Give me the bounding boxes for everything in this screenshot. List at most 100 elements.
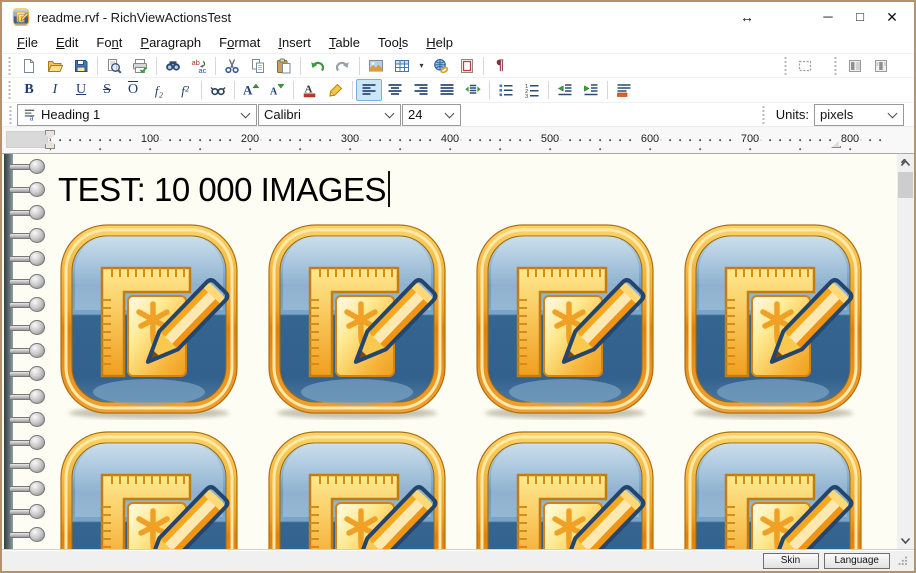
document-page[interactable]: TEST: 10 000 IMAGES <box>2 154 897 549</box>
underline-button[interactable]: U <box>68 79 94 101</box>
numbered-list-button[interactable]: 123 <box>519 79 545 101</box>
document-image[interactable] <box>58 224 240 420</box>
cut-button[interactable] <box>219 55 245 77</box>
paragraph-shading-button[interactable] <box>611 79 637 101</box>
chevron-up-icon <box>900 159 911 167</box>
find-button[interactable] <box>160 55 186 77</box>
copy-button[interactable] <box>245 55 271 77</box>
document-image[interactable] <box>474 224 656 420</box>
resize-arrows-icon[interactable]: ↔ <box>740 9 754 25</box>
save-button[interactable] <box>68 55 94 77</box>
document-image[interactable] <box>266 431 448 549</box>
chevron-down-icon <box>385 110 394 119</box>
superscript-button[interactable]: f² <box>172 79 198 101</box>
language-button[interactable]: Language <box>824 553 891 569</box>
page-layout-single-button[interactable] <box>842 55 868 77</box>
page-layout-double-button[interactable] <box>868 55 894 77</box>
maximize-button[interactable]: □ <box>844 2 876 32</box>
insert-picture-button[interactable] <box>363 55 389 77</box>
subscript-button[interactable]: f₂ <box>146 79 172 101</box>
align-right-button[interactable] <box>408 79 434 101</box>
document-image[interactable] <box>682 431 864 549</box>
font-color-button[interactable]: A <box>297 79 323 101</box>
menu-tools[interactable]: Tools <box>369 32 417 54</box>
menu-font[interactable]: Font <box>87 32 131 54</box>
menu-edit[interactable]: Edit <box>47 32 87 54</box>
document-image[interactable] <box>682 224 864 420</box>
menu-help[interactable]: Help <box>417 32 462 54</box>
strikethrough-button[interactable]: S <box>94 79 120 101</box>
italic-button[interactable]: I <box>42 79 68 101</box>
document-image[interactable] <box>58 431 240 549</box>
replace-button[interactable]: abac <box>186 55 212 77</box>
grow-font-button[interactable]: A <box>238 79 264 101</box>
print-preview-button[interactable] <box>101 55 127 77</box>
menu-insert[interactable]: Insert <box>269 32 320 54</box>
insert-hyperlink-button[interactable] <box>428 55 454 77</box>
font-size-value: 24 <box>408 107 441 122</box>
document-heading[interactable]: TEST: 10 000 IMAGES <box>58 170 897 210</box>
document-image[interactable] <box>474 431 656 549</box>
window-title: readme.rvf - RichViewActionsTest <box>37 10 231 25</box>
print-icon <box>132 58 148 74</box>
close-button[interactable]: ✕ <box>876 2 908 32</box>
redo-button[interactable] <box>330 55 356 77</box>
menu-file[interactable]: File <box>8 32 47 54</box>
table-dropdown-button[interactable]: ▾ <box>415 55 428 77</box>
align-center-button[interactable] <box>382 79 408 101</box>
bold-button[interactable]: B <box>16 79 42 101</box>
menu-format[interactable]: Format <box>210 32 269 54</box>
toolbar-grip[interactable] <box>833 57 838 75</box>
document-area: TEST: 10 000 IMAGES <box>2 154 914 549</box>
spiral-pin <box>9 205 45 219</box>
align-center-icon <box>387 82 403 98</box>
overline-button[interactable]: O <box>120 79 146 101</box>
indent-button[interactable] <box>578 79 604 101</box>
style-combobox[interactable]: a Heading 1 <box>17 104 257 126</box>
hidden-text-button[interactable] <box>205 79 231 101</box>
scroll-down-button[interactable] <box>897 532 914 549</box>
print-button[interactable] <box>127 55 153 77</box>
spiral-pin <box>9 412 45 426</box>
document-image[interactable] <box>266 224 448 420</box>
shrink-font-button[interactable]: A <box>264 79 290 101</box>
paste-button[interactable] <box>271 55 297 77</box>
toolbar-grip[interactable] <box>761 106 766 124</box>
selection-marquee-button[interactable] <box>792 55 818 77</box>
toolbar-grip[interactable] <box>7 81 12 99</box>
spiral-pin <box>9 159 45 173</box>
font-size-combobox[interactable]: 24 <box>402 104 461 126</box>
align-left-button[interactable] <box>356 79 382 101</box>
ruler-label: 200 <box>239 132 261 146</box>
ruler-label: 400 <box>439 132 461 146</box>
outdent-button[interactable] <box>552 79 578 101</box>
menu-table[interactable]: Table <box>320 32 369 54</box>
toolbar-grip[interactable] <box>783 57 788 75</box>
scroll-up-button[interactable] <box>897 154 914 171</box>
ruler-label: 600 <box>639 132 661 146</box>
new-document-button[interactable] <box>16 55 42 77</box>
svg-text:ac: ac <box>199 66 207 74</box>
left-indent-marker[interactable] <box>45 130 55 149</box>
toolbar-grip[interactable] <box>8 106 13 124</box>
justify-extend-button[interactable] <box>460 79 486 101</box>
font-combobox[interactable]: Calibri <box>258 104 401 126</box>
open-button[interactable] <box>42 55 68 77</box>
toolbar-grip[interactable] <box>7 57 12 75</box>
highlight-button[interactable] <box>323 79 349 101</box>
undo-button[interactable] <box>304 55 330 77</box>
bullet-list-button[interactable] <box>493 79 519 101</box>
paragraph-marks-button[interactable]: ¶ <box>487 55 513 77</box>
title-bar: readme.rvf - RichViewActionsTest ↔ ─ □ ✕ <box>2 2 914 32</box>
insert-frame-button[interactable] <box>454 55 480 77</box>
page-layout-double-icon <box>873 58 889 74</box>
justify-button[interactable] <box>434 79 460 101</box>
scrollbar-thumb[interactable] <box>898 172 913 198</box>
menu-paragraph[interactable]: Paragraph <box>131 32 210 54</box>
resize-grip[interactable] <box>897 555 908 566</box>
spiral-pin <box>9 481 45 495</box>
skin-button[interactable]: Skin <box>763 553 819 569</box>
insert-table-button[interactable] <box>389 55 415 77</box>
units-combobox[interactable]: pixels <box>814 104 904 126</box>
minimize-button[interactable]: ─ <box>812 2 844 32</box>
